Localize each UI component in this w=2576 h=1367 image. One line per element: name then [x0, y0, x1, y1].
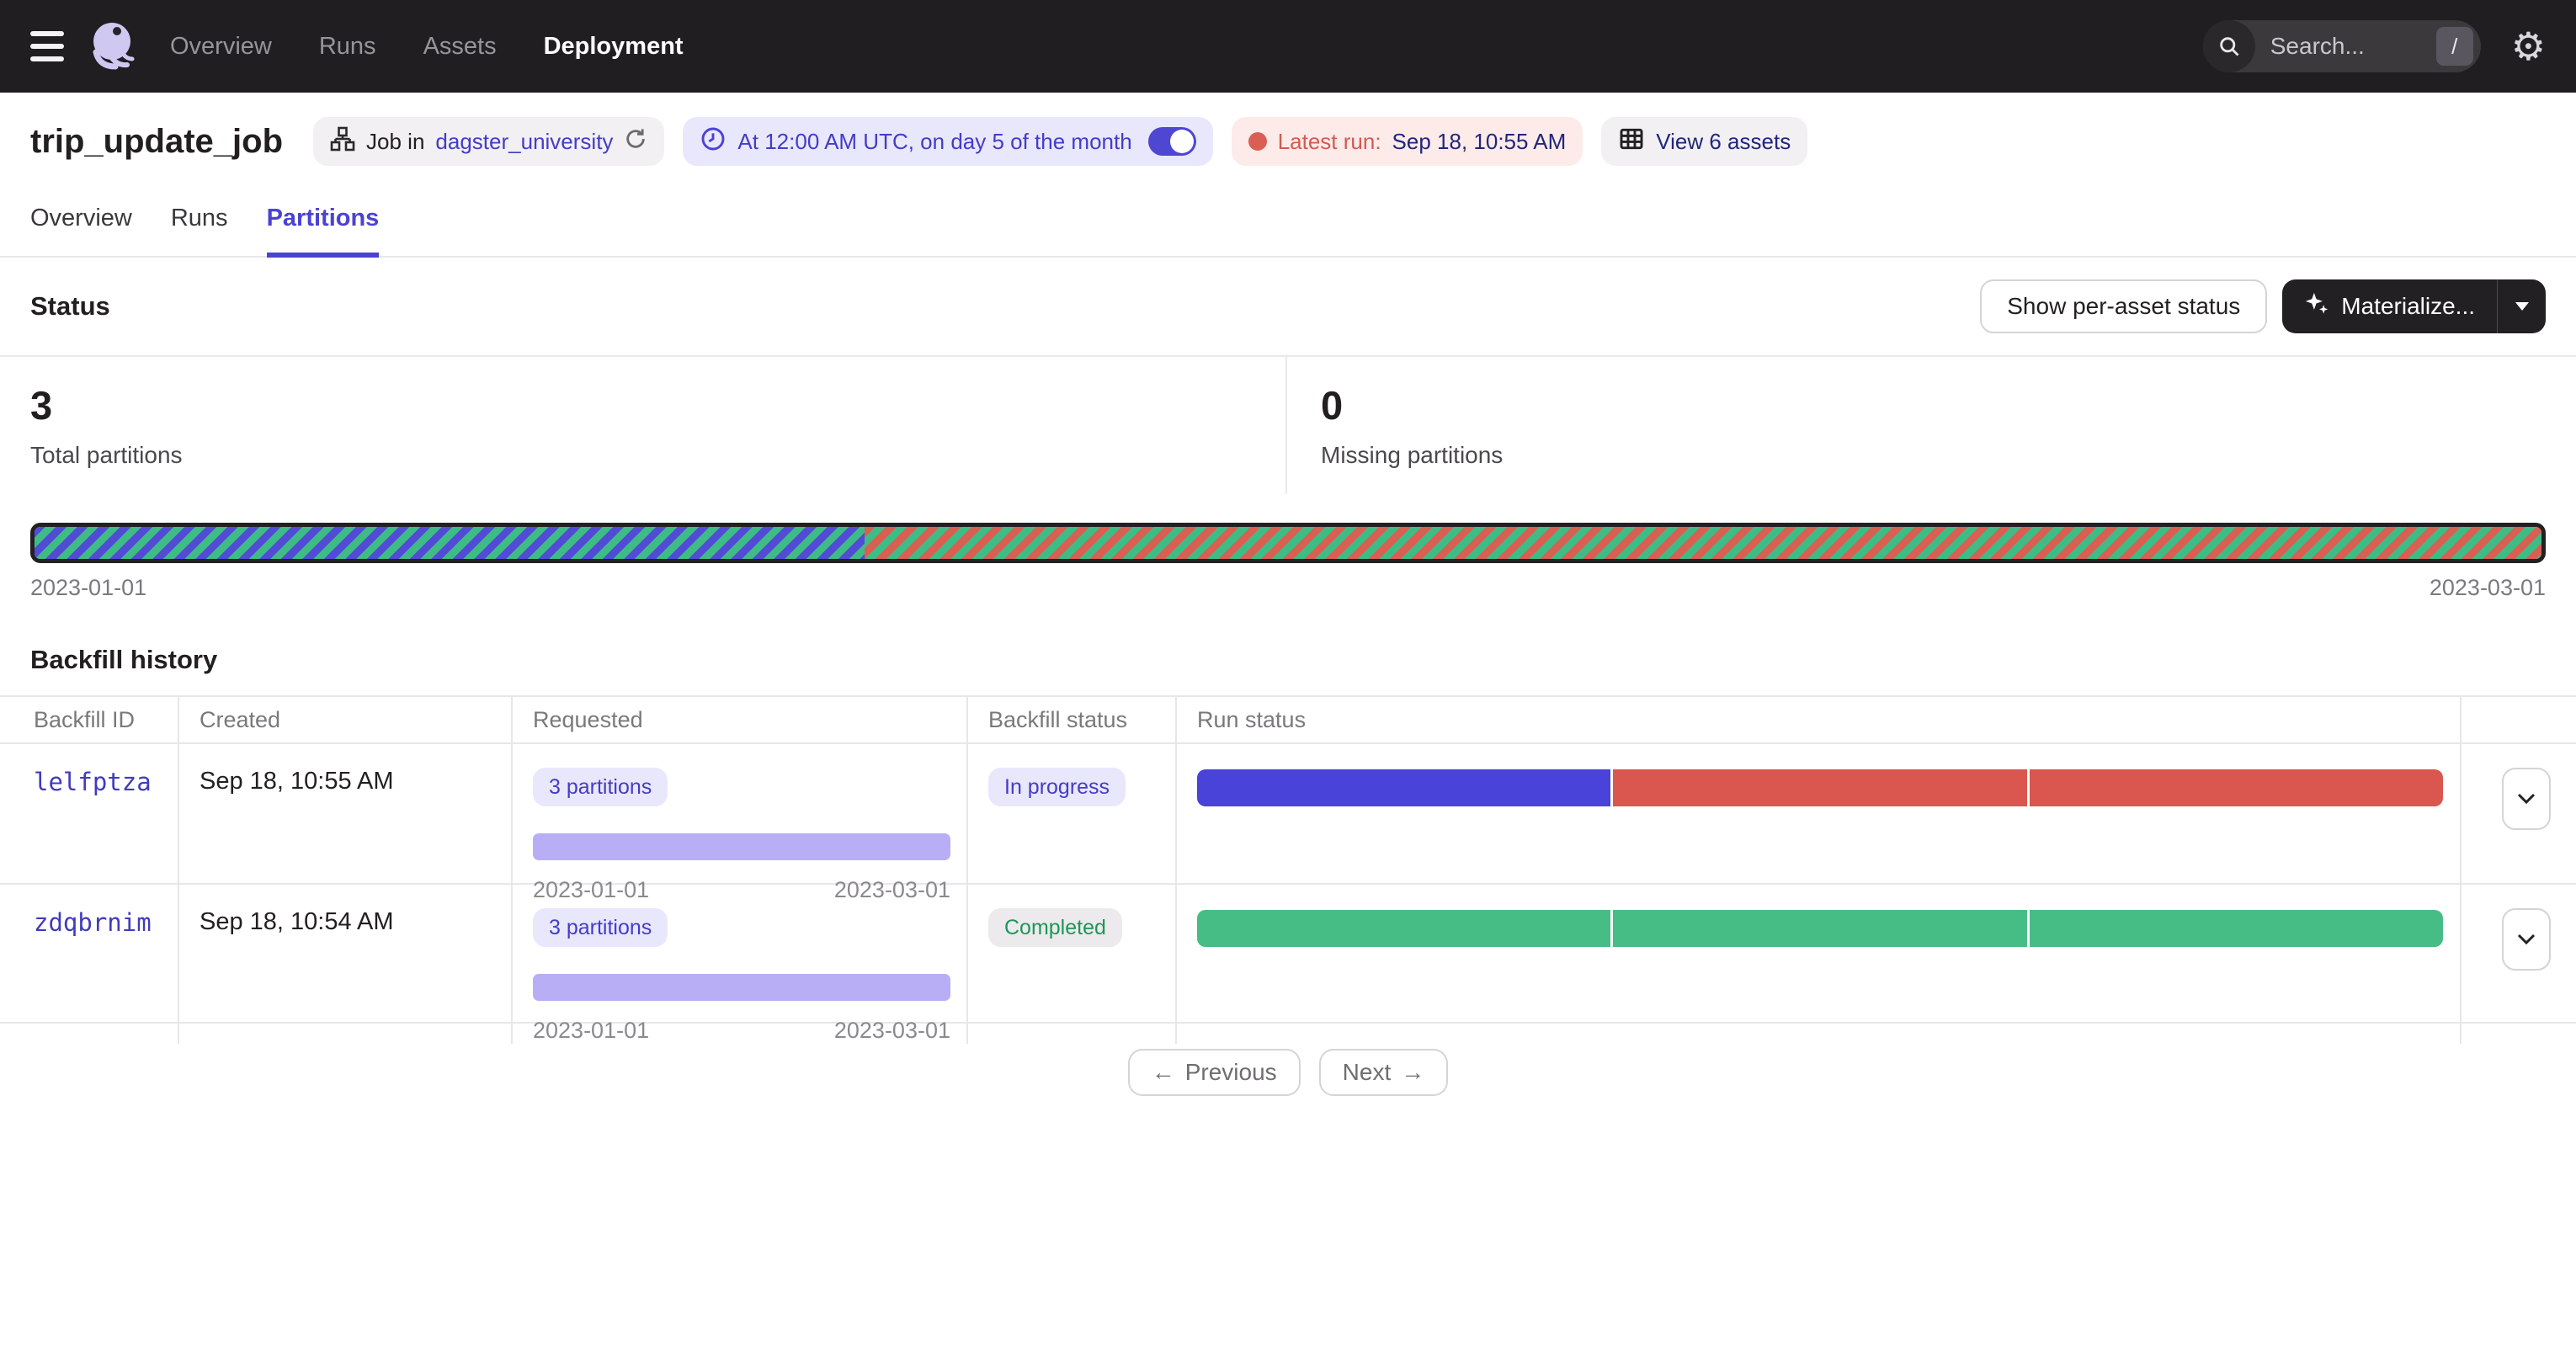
chevron-down-icon — [2517, 933, 2536, 945]
repository-link[interactable]: dagster_university — [435, 129, 613, 155]
col-expand — [2460, 697, 2574, 742]
search-placeholder: Search... — [2270, 33, 2436, 60]
backfill-table-header: Backfill ID Created Requested Backfill s… — [0, 697, 2576, 744]
next-label: Next — [1343, 1059, 1392, 1086]
backfill-id-link[interactable]: lelfptza — [34, 768, 152, 796]
partition-stats: 3 Total partitions 0 Missing partitions — [0, 355, 2576, 494]
table-row: zdqbrnim Sep 18, 10:54 AM 3 partitions 2… — [0, 883, 2576, 1022]
status-header-row: Status Show per-asset status Materialize… — [0, 258, 2576, 355]
stat-value: 3 — [30, 382, 1255, 428]
col-created: Created — [178, 697, 511, 742]
schedule-badge: At 12:00 AM UTC, on day 5 of the month — [683, 117, 1212, 166]
latest-run-time-link[interactable]: Sep 18, 10:55 AM — [1392, 129, 1567, 155]
stat-label: Missing partitions — [1321, 442, 2546, 469]
stat-missing-partitions: 0 Missing partitions — [1285, 357, 2576, 494]
requested-range-start: 2023-01-01 — [533, 1018, 649, 1044]
col-backfill-id: Backfill ID — [0, 697, 178, 742]
stat-total-partitions: 3 Total partitions — [0, 357, 1285, 494]
created-timestamp: Sep 18, 10:54 AM — [200, 908, 394, 935]
stat-label: Total partitions — [30, 442, 1255, 469]
materialize-button-group: Materialize... — [2282, 279, 2546, 333]
run-segment[interactable] — [2030, 769, 2443, 806]
nav-item-assets[interactable]: Assets — [423, 33, 497, 61]
requested-range-bar — [533, 833, 950, 860]
partition-status-bar[interactable] — [30, 523, 2546, 563]
col-run-status: Run status — [1175, 697, 2460, 742]
materialize-dropdown-button[interactable] — [2497, 279, 2546, 333]
table-row: lelfptza Sep 18, 10:55 AM 3 partitions 2… — [0, 744, 2576, 883]
next-page-button[interactable]: Next → — [1319, 1049, 1449, 1096]
latest-run-label: Latest run: — [1278, 129, 1381, 155]
tab-partitions[interactable]: Partitions — [267, 205, 380, 258]
created-timestamp: Sep 18, 10:55 AM — [200, 768, 394, 795]
col-backfill-status: Backfill status — [966, 697, 1175, 742]
show-per-asset-status-button[interactable]: Show per-asset status — [1980, 279, 2267, 333]
stat-value: 0 — [1321, 382, 2546, 428]
materialize-label: Materialize... — [2341, 293, 2475, 320]
schedule-label: At 12:00 AM UTC, on day 5 of the month — [737, 129, 1131, 155]
partition-bar-segment-failed[interactable] — [865, 527, 2541, 559]
partition-bar-segment-inprogress[interactable] — [35, 527, 865, 559]
top-nav-links: Overview Runs Assets Deployment — [170, 33, 684, 61]
run-segment[interactable] — [1197, 769, 1610, 806]
job-in-label: Job in — [366, 129, 424, 155]
hamburger-menu-icon[interactable] — [30, 31, 64, 61]
search-icon — [2203, 20, 2255, 72]
requested-range-end: 2023-03-01 — [834, 1018, 950, 1044]
tab-overview[interactable]: Overview — [30, 205, 132, 258]
run-segment[interactable] — [1197, 910, 1610, 947]
requested-range-bar — [533, 974, 950, 1001]
arrow-left-icon: ← — [1152, 1059, 1175, 1086]
job-icon — [330, 126, 355, 157]
run-status-bar[interactable] — [1197, 910, 2443, 947]
run-segment[interactable] — [1613, 910, 2026, 947]
partitions-count-badge[interactable]: 3 partitions — [533, 908, 668, 947]
backfill-status-badge: In progress — [988, 768, 1126, 806]
chevron-down-icon — [2517, 793, 2536, 805]
run-segment[interactable] — [1613, 769, 2026, 806]
gear-icon[interactable]: ⚙ — [2511, 27, 2546, 66]
latest-run-badge: Latest run: Sep 18, 10:55 AM — [1232, 117, 1583, 166]
job-tabs: Overview Runs Partitions — [0, 190, 2576, 258]
grid-icon — [1618, 125, 1645, 158]
top-navbar: Overview Runs Assets Deployment Search..… — [0, 0, 2576, 93]
partition-range-end: 2023-03-01 — [2430, 575, 2546, 601]
tab-runs[interactable]: Runs — [171, 205, 228, 258]
schedule-toggle[interactable] — [1148, 127, 1196, 156]
job-repo-badge: Job in dagster_university — [313, 117, 664, 166]
job-header: trip_update_job Job in dagster_universit… — [0, 93, 2576, 190]
expand-row-button[interactable] — [2502, 768, 2551, 830]
run-segment[interactable] — [2030, 910, 2443, 947]
nav-item-deployment[interactable]: Deployment — [544, 33, 684, 61]
pagination: ← Previous Next → — [0, 1049, 2576, 1096]
run-status-bar[interactable] — [1197, 769, 2443, 806]
page-title: trip_update_job — [30, 123, 283, 161]
partition-status-bar-block: 2023-01-01 2023-03-01 — [0, 494, 2576, 601]
partitions-count-badge[interactable]: 3 partitions — [533, 768, 668, 806]
search-shortcut-badge: / — [2436, 27, 2473, 66]
materialize-button[interactable]: Materialize... — [2282, 279, 2497, 333]
caret-down-icon — [2515, 302, 2529, 311]
previous-page-button[interactable]: ← Previous — [1128, 1049, 1301, 1096]
expand-row-button[interactable] — [2502, 908, 2551, 971]
backfill-table: Backfill ID Created Requested Backfill s… — [0, 695, 2576, 1024]
arrow-right-icon: → — [1401, 1059, 1424, 1086]
col-requested: Requested — [511, 697, 966, 742]
clock-icon — [700, 125, 726, 158]
view-assets-link[interactable]: View 6 assets — [1656, 129, 1791, 155]
run-failed-dot-icon — [1248, 132, 1267, 151]
status-heading: Status — [30, 291, 110, 322]
backfill-id-link[interactable]: zdqbrnim — [34, 908, 152, 937]
backfill-status-badge: Completed — [988, 908, 1122, 947]
dagster-logo-icon[interactable] — [86, 19, 140, 73]
sparkle-icon — [2304, 291, 2329, 322]
backfill-history-heading: Backfill history — [0, 601, 2576, 695]
reload-icon[interactable] — [624, 127, 647, 157]
partition-range-start: 2023-01-01 — [30, 575, 146, 601]
nav-item-overview[interactable]: Overview — [170, 33, 272, 61]
previous-label: Previous — [1185, 1059, 1277, 1086]
search-input[interactable]: Search... / — [2203, 20, 2481, 72]
view-assets-badge[interactable]: View 6 assets — [1601, 117, 1807, 166]
nav-item-runs[interactable]: Runs — [319, 33, 376, 61]
